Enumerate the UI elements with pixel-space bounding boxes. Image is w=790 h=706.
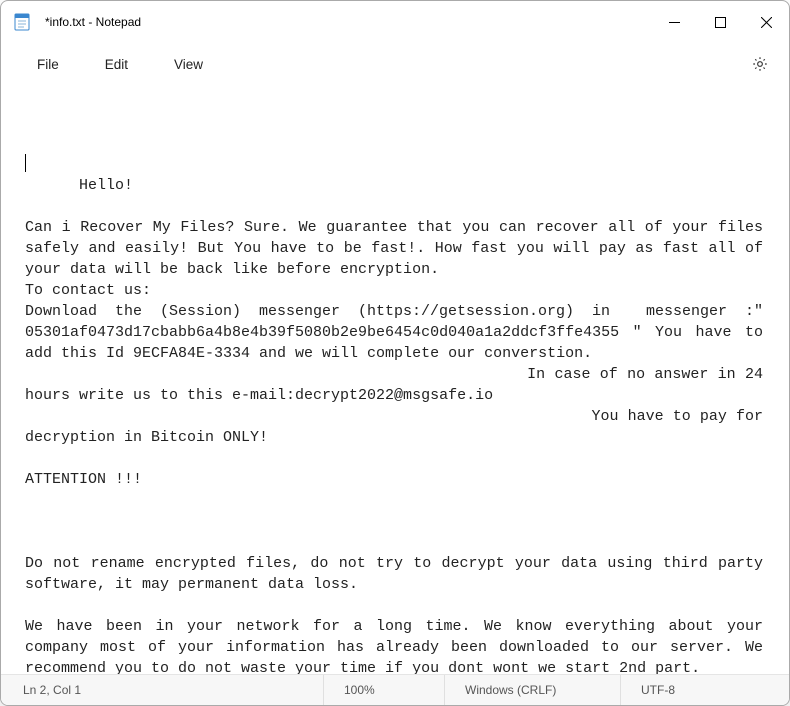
menu-file[interactable]: File — [21, 51, 75, 78]
status-zoom[interactable]: 100% — [323, 675, 444, 705]
status-line-ending: Windows (CRLF) — [444, 675, 620, 705]
minimize-button[interactable] — [651, 1, 697, 43]
document-content: Hello! Can i Recover My Files? Sure. We … — [25, 177, 772, 674]
window-controls — [651, 1, 789, 43]
notepad-app-icon — [13, 13, 31, 31]
menu-view[interactable]: View — [158, 51, 219, 78]
close-button[interactable] — [743, 1, 789, 43]
settings-button[interactable] — [741, 49, 779, 79]
gear-icon — [751, 55, 769, 73]
maximize-button[interactable] — [697, 1, 743, 43]
window-title: *info.txt - Notepad — [45, 15, 141, 29]
text-editor[interactable]: Hello! Can i Recover My Files? Sure. We … — [1, 85, 789, 674]
menu-bar: File Edit View — [1, 43, 789, 85]
text-caret — [25, 154, 26, 172]
title-bar[interactable]: *info.txt - Notepad — [1, 1, 789, 43]
notepad-window: *info.txt - Notepad File Edit View — [0, 0, 790, 706]
status-cursor-position: Ln 2, Col 1 — [1, 675, 323, 705]
title-bar-left: *info.txt - Notepad — [13, 13, 141, 31]
menu-edit[interactable]: Edit — [89, 51, 144, 78]
status-bar: Ln 2, Col 1 100% Windows (CRLF) UTF-8 — [1, 674, 789, 705]
status-encoding: UTF-8 — [620, 675, 789, 705]
